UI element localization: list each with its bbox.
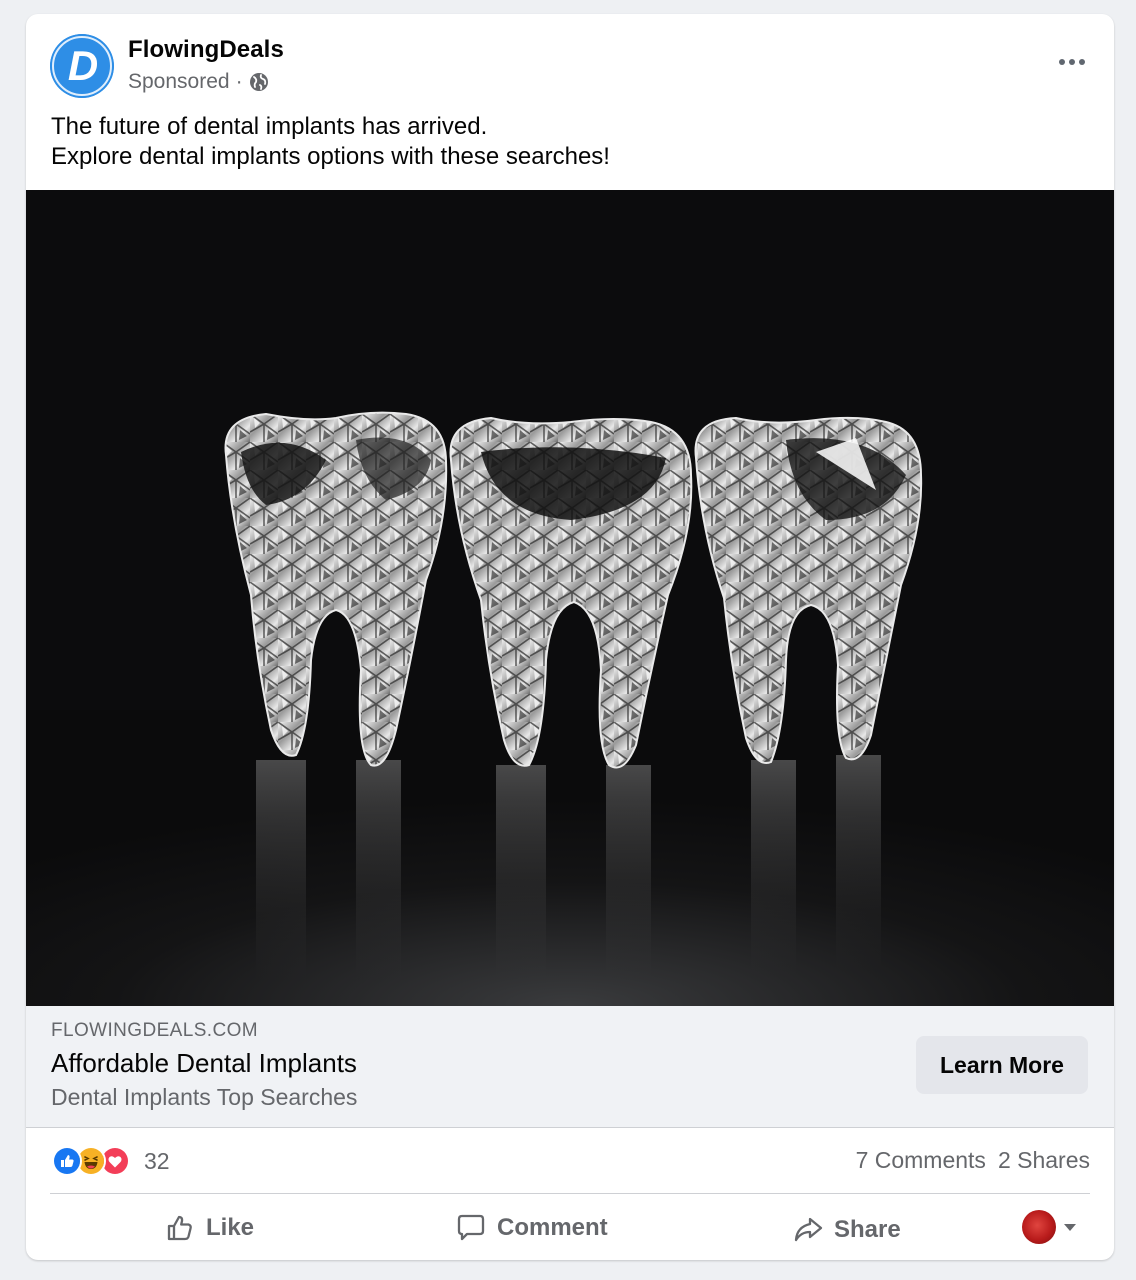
dot-icon [1079,59,1085,65]
avatar-letter: D [68,42,98,89]
post-message: The future of dental implants has arrive… [51,112,1091,172]
profile-avatar [1022,1210,1056,1244]
crystal-teeth-image [26,190,1114,1006]
comment-label: Comment [497,1214,608,1241]
page-avatar[interactable]: D [50,34,114,98]
ad-image[interactable] [26,190,1114,1006]
dot-icon [1069,59,1075,65]
page-name[interactable]: FlowingDeals [128,36,284,64]
dot-icon [1059,59,1065,65]
like-button[interactable]: Like [164,1204,254,1252]
comment-share-counts: 7 Comments 2 Shares [856,1147,1090,1174]
audience-selector[interactable] [1022,1210,1076,1244]
thumbs-up-icon [167,1215,192,1241]
globe-icon [249,72,269,92]
comment-icon [457,1214,485,1241]
action-bar: Like Comment Share [50,1196,1090,1260]
meta-separator: · [235,70,243,93]
like-label: Like [206,1214,255,1241]
link-headline[interactable]: Affordable Dental Implants [51,1048,357,1079]
link-description: Dental Implants Top Searches [51,1084,358,1110]
post-text-line: Explore dental implants options with the… [51,143,610,170]
post-meta: Sponsored · [128,70,269,94]
link-domain: FLOWINGDEALS.COM [51,1020,258,1041]
share-button[interactable]: Share [792,1206,901,1254]
like-icon [52,1146,82,1176]
reactions-summary[interactable]: 32 [52,1146,170,1176]
more-options-button[interactable] [1052,44,1092,80]
reaction-count: 32 [144,1147,170,1174]
caret-down-icon [1064,1223,1076,1231]
comments-count[interactable]: 7 Comments [856,1147,986,1174]
sponsored-post: D FlowingDeals Sponsored · The future of… [26,14,1114,1260]
shares-count[interactable]: 2 Shares [998,1147,1090,1174]
share-label: Share [834,1216,901,1243]
learn-more-button[interactable]: Learn More [916,1036,1088,1094]
share-arrow-icon [794,1217,823,1242]
engagement-stats: 32 7 Comments 2 Shares [50,1128,1090,1194]
sponsored-label[interactable]: Sponsored [128,70,230,94]
link-preview[interactable]: FLOWINGDEALS.COM Affordable Dental Impla… [26,1006,1114,1128]
comment-button[interactable]: Comment [455,1204,608,1252]
post-header: D FlowingDeals Sponsored · [26,14,1114,114]
flowingdeals-logo-icon: D [50,34,114,98]
post-text-line: The future of dental implants has arrive… [51,113,488,140]
